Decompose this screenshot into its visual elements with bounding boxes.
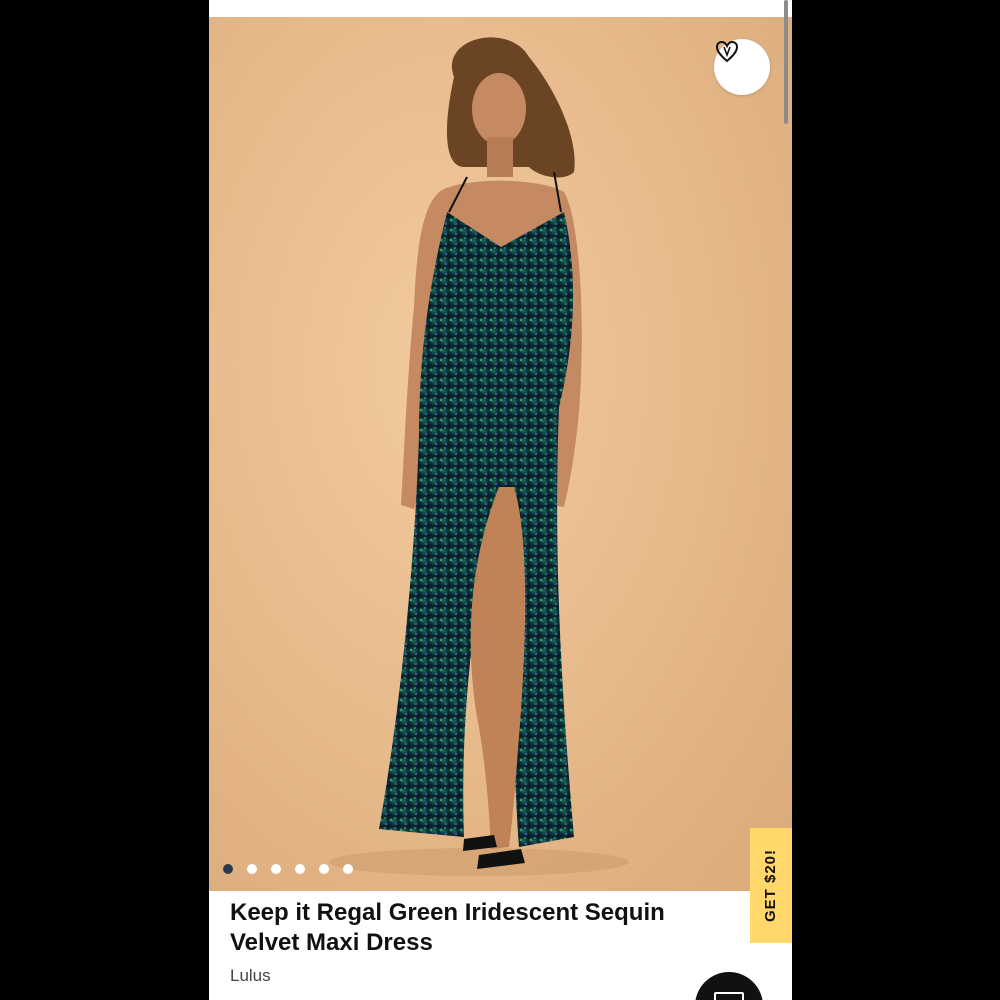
- product-brand[interactable]: Lulus: [230, 966, 271, 986]
- gallery-dot-5[interactable]: [319, 864, 329, 874]
- product-page: GET $20! Keep it Regal Green Iridescent …: [209, 0, 792, 1000]
- gallery-dots: [223, 864, 353, 874]
- promo-tab[interactable]: GET $20!: [750, 828, 792, 943]
- gallery-dot-2[interactable]: [247, 864, 257, 874]
- promo-label: GET $20!: [762, 848, 780, 923]
- gallery-dot-6[interactable]: [343, 864, 353, 874]
- scrollbar[interactable]: [784, 0, 788, 124]
- chat-button[interactable]: [695, 972, 763, 1000]
- product-title: Keep it Regal Green Iridescent Sequin Ve…: [230, 899, 665, 956]
- model-photo: [329, 37, 629, 876]
- favorite-button[interactable]: [714, 39, 770, 95]
- gallery-dot-4[interactable]: [295, 864, 305, 874]
- top-bar: [209, 0, 792, 17]
- gallery-dot-1[interactable]: [223, 864, 233, 874]
- chat-icon: [714, 992, 744, 1000]
- product-image[interactable]: [209, 17, 792, 891]
- heart-icon: [715, 40, 739, 63]
- gallery-dot-3[interactable]: [271, 864, 281, 874]
